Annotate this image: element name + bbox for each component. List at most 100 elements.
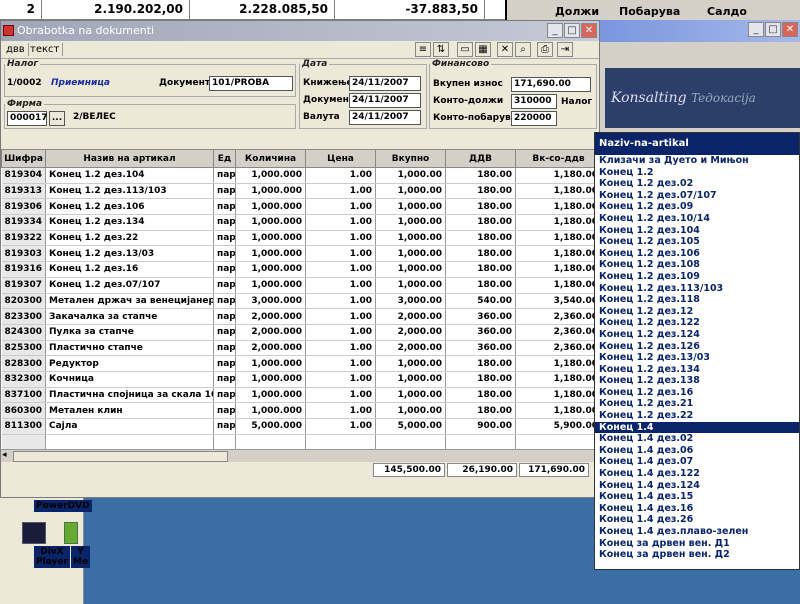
table-cell[interactable]: пар [213, 183, 236, 200]
align-icon[interactable]: ≡ [415, 42, 431, 57]
table-cell[interactable]: 1.00 [305, 261, 376, 278]
table-cell[interactable] [235, 434, 306, 449]
table-cell[interactable]: пар [213, 198, 236, 216]
table-cell[interactable]: 819334 [1, 214, 46, 231]
column-header[interactable]: Ед [213, 149, 236, 168]
list-item[interactable]: Конец 1.4 дез.02 [595, 433, 799, 445]
table-cell[interactable]: 1,180.00 [515, 214, 599, 231]
table-cell[interactable]: 180.00 [445, 371, 516, 388]
partial-shortcut[interactable]: Y Me [58, 522, 91, 568]
table-cell[interactable]: Кочница [45, 371, 214, 388]
list-item[interactable]: Клизачи за Дуето и Мињон [595, 155, 799, 167]
list-item[interactable]: Конец 1.4 дез.124 [595, 480, 799, 492]
valuta-date-field[interactable]: 24/11/2007 [349, 110, 421, 125]
table-cell[interactable]: 1.00 [305, 387, 376, 404]
table-cell[interactable]: 1,000.00 [375, 230, 446, 247]
table-cell[interactable]: 540.00 [445, 293, 516, 310]
table-cell[interactable]: 180.00 [445, 245, 516, 263]
table-cell[interactable]: Метален држач за венецијанер [45, 293, 214, 310]
table-cell[interactable]: 2,360.00 [515, 324, 599, 341]
list-item[interactable]: Конец 1.2 дез.113/103 [595, 283, 799, 295]
table-row[interactable]: 819306 Конец 1.2 дез.106 пар 1,000.000 1.00 1… [1, 198, 599, 216]
table-cell[interactable]: 819313 [1, 183, 46, 200]
konto-pobaruva-field[interactable]: 220000 [511, 111, 557, 126]
table-cell[interactable]: Конец 1.2 дез.106 [45, 198, 214, 216]
delete-icon[interactable]: ✕ [497, 42, 513, 57]
table-cell[interactable]: 360.00 [445, 308, 516, 325]
table-cell[interactable]: 2,000.000 [235, 324, 306, 341]
table-cell[interactable]: 1,000.00 [375, 355, 446, 372]
table-cell[interactable]: 1,000.00 [375, 402, 446, 419]
table-row[interactable]: 828300 Редуктор пар 1,000.000 1.00 1,000.00 18… [1, 355, 599, 372]
list-item[interactable]: Конец 1.2 дез.134 [595, 364, 799, 376]
table-cell[interactable]: 819316 [1, 261, 46, 278]
search-icon[interactable]: ⌕ [515, 42, 531, 57]
list-item[interactable]: Конец за дрвен вен. Д2 [595, 549, 799, 561]
table-cell[interactable]: 1,000.00 [375, 214, 446, 231]
table-cell[interactable] [45, 434, 214, 449]
list-item[interactable]: Конец 1.4 дез.06 [595, 445, 799, 457]
list-item[interactable]: Конец 1.2 дез.118 [595, 294, 799, 306]
table-cell[interactable]: 1,000.00 [375, 167, 446, 184]
table-cell[interactable]: 1,000.00 [375, 387, 446, 404]
menu-ddv[interactable]: двв [3, 43, 29, 56]
table-cell[interactable]: 1,000.000 [235, 183, 306, 200]
table-cell[interactable]: 1,000.000 [235, 402, 306, 419]
table-cell[interactable]: пар [213, 308, 236, 325]
maximize-icon[interactable]: □ [564, 23, 580, 38]
list-item[interactable]: Конец 1.4 дез.26 [595, 514, 799, 526]
table-cell[interactable]: 1,000.000 [235, 277, 306, 294]
menu-tekst[interactable]: текст [27, 43, 64, 56]
scrollbar-thumb[interactable] [13, 451, 228, 462]
table-cell[interactable] [1, 434, 46, 449]
column-header[interactable]: Назив на артикал [45, 149, 214, 168]
table-cell[interactable]: пар [213, 324, 236, 341]
table-cell[interactable]: 1,000.000 [235, 261, 306, 278]
table-cell[interactable]: 2,360.00 [515, 340, 599, 357]
table-cell[interactable]: 180.00 [445, 277, 516, 294]
table-cell[interactable] [375, 434, 446, 449]
table-cell[interactable]: 2,000.00 [375, 340, 446, 357]
table-cell[interactable]: Пластично стапче [45, 340, 214, 357]
table-cell[interactable]: 1,000.000 [235, 245, 306, 263]
table-cell[interactable]: пар [213, 402, 236, 419]
firma-lookup-button[interactable]: ... [49, 111, 65, 126]
table-cell[interactable]: 820300 [1, 293, 46, 310]
table-cell[interactable]: Конец 1.2 дез.07/107 [45, 277, 214, 294]
list-item[interactable]: Конец 1.2 дез.07/107 [595, 190, 799, 202]
table-cell[interactable]: 860300 [1, 402, 46, 419]
list-item[interactable]: Конец 1.2 дез.16 [595, 387, 799, 399]
table-row[interactable] [1, 434, 599, 449]
table-cell[interactable]: 811300 [1, 418, 46, 435]
table-cell[interactable]: Закачалка за стапче [45, 308, 214, 325]
scroll-left-icon[interactable]: ◂ [2, 450, 7, 460]
table-row[interactable]: 832300 Кочница пар 1,000.000 1.00 1,000.00 180… [1, 371, 599, 388]
table-cell[interactable]: 180.00 [445, 261, 516, 278]
table-row[interactable]: 819316 Конец 1.2 дез.16 пар 1,000.000 1.00 1,… [1, 261, 599, 278]
minimize-icon[interactable]: _ [748, 22, 764, 37]
list-item[interactable]: Конец 1.2 дез.109 [595, 271, 799, 283]
table-cell[interactable]: Пластична спојница за скала 16мм [45, 387, 214, 404]
table-cell[interactable]: 819306 [1, 198, 46, 216]
table-cell[interactable]: пар [213, 245, 236, 263]
table-row[interactable]: 820300 Метален држач за венецијанер пар 3,0… [1, 293, 599, 310]
table-cell[interactable]: пар [213, 418, 236, 435]
table-cell[interactable]: 1,000.000 [235, 167, 306, 184]
table-cell[interactable]: 1,180.00 [515, 183, 599, 200]
table-cell[interactable]: пар [213, 167, 236, 184]
list-item[interactable]: Конец 1.2 дез.138 [595, 375, 799, 387]
sort-icon[interactable]: ⇅ [433, 42, 449, 57]
table-cell[interactable]: 1,000.00 [375, 371, 446, 388]
column-header[interactable]: Количина [235, 149, 306, 168]
divx-shortcut[interactable]: DivX Player [4, 522, 70, 568]
table-cell[interactable]: 1.00 [305, 340, 376, 357]
table-cell[interactable]: пар [213, 214, 236, 231]
table-cell[interactable]: пар [213, 387, 236, 404]
table-cell[interactable] [213, 434, 236, 449]
table-cell[interactable]: Сајла [45, 418, 214, 435]
list-item[interactable]: Конец 1.4 дез.16 [595, 503, 799, 515]
table-cell[interactable]: 1,000.000 [235, 355, 306, 372]
list-item[interactable]: Конец 1.2 дез.105 [595, 236, 799, 248]
table-cell[interactable]: Конец 1.2 дез.16 [45, 261, 214, 278]
firma-code-field[interactable]: 000017 [7, 111, 48, 126]
